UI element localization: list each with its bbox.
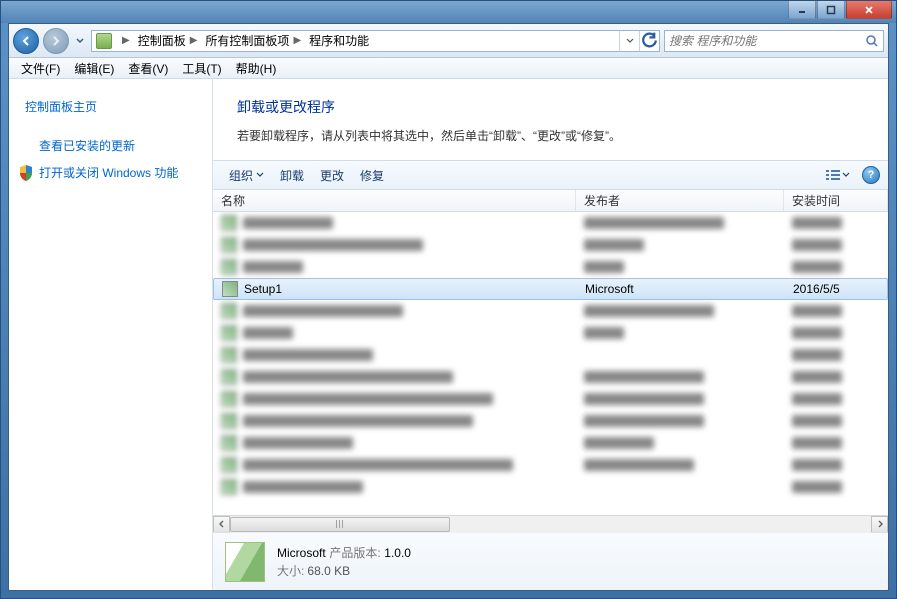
list-item[interactable] bbox=[213, 300, 888, 322]
page-title: 卸载或更改程序 bbox=[237, 97, 864, 117]
details-version-label: 产品版本: bbox=[329, 546, 380, 560]
nav-history-dropdown[interactable] bbox=[73, 28, 87, 54]
app-date: 2016/5/5 bbox=[793, 282, 840, 296]
details-size-label: 大小: bbox=[277, 564, 304, 578]
details-version: 1.0.0 bbox=[384, 546, 411, 560]
details-icon bbox=[225, 542, 265, 582]
sidebar-item-label: 打开或关闭 Windows 功能 bbox=[39, 164, 178, 181]
breadcrumb-label: 所有控制面板项 bbox=[205, 32, 289, 49]
menu-view[interactable]: 查看(V) bbox=[122, 58, 174, 79]
toolbar-uninstall[interactable]: 卸载 bbox=[272, 164, 312, 187]
heading: 卸载或更改程序 若要卸载程序，请从列表中将其选中，然后单击“卸载”、“更改”或“… bbox=[213, 79, 888, 150]
help-button[interactable]: ? bbox=[862, 166, 880, 184]
toolbar: 组织 卸载 更改 修复 ? bbox=[213, 160, 888, 190]
scroll-track[interactable] bbox=[230, 516, 871, 533]
menu-edit[interactable]: 编辑(E) bbox=[68, 58, 120, 79]
details-size: 68.0 KB bbox=[307, 564, 350, 578]
app-publisher: Microsoft bbox=[585, 282, 634, 296]
search-input[interactable] bbox=[669, 34, 865, 48]
list-item[interactable] bbox=[213, 256, 888, 278]
horizontal-scrollbar[interactable] bbox=[213, 515, 888, 532]
app-name: Setup1 bbox=[244, 282, 282, 296]
details-pane: Microsoft 产品版本: 1.0.0 大小: 68.0 KB bbox=[213, 532, 888, 590]
sidebar-installed-updates[interactable]: 查看已安装的更新 bbox=[19, 132, 202, 159]
search-icon bbox=[865, 34, 879, 48]
body: 控制面板主页 查看已安装的更新 打开或关闭 Windows 功能 卸载或更改程序… bbox=[9, 79, 888, 590]
column-name[interactable]: 名称 bbox=[213, 190, 576, 211]
address-dropdown[interactable] bbox=[619, 31, 639, 51]
scroll-left-button[interactable] bbox=[213, 516, 230, 533]
sidebar-home[interactable]: 控制面板主页 bbox=[19, 93, 202, 120]
control-panel-icon bbox=[96, 33, 112, 49]
list-item-selected[interactable]: Setup1 Microsoft 2016/5/5 bbox=[213, 278, 888, 300]
close-button[interactable] bbox=[846, 1, 892, 19]
list-item[interactable] bbox=[213, 322, 888, 344]
column-date[interactable]: 安装时间 bbox=[784, 190, 888, 211]
menu-tools[interactable]: 工具(T) bbox=[176, 58, 227, 79]
address-bar[interactable]: ▶ 控制面板▶ 所有控制面板项▶ 程序和功能 bbox=[91, 30, 660, 52]
refresh-button[interactable] bbox=[639, 31, 659, 51]
titlebar bbox=[1, 1, 896, 23]
breadcrumb-sep-root[interactable]: ▶ bbox=[116, 31, 136, 51]
main: 卸载或更改程序 若要卸载程序，请从列表中将其选中，然后单击“卸载”、“更改”或“… bbox=[213, 79, 888, 590]
window-chrome: ▶ 控制面板▶ 所有控制面板项▶ 程序和功能 文件(F) 编辑(E) 查看(V)… bbox=[8, 23, 889, 591]
list-item[interactable] bbox=[213, 234, 888, 256]
list-item[interactable] bbox=[213, 432, 888, 454]
list-header: 名称 发布者 安装时间 bbox=[213, 190, 888, 212]
breadcrumb-item-1[interactable]: 所有控制面板项▶ bbox=[203, 31, 307, 51]
toolbar-change[interactable]: 更改 bbox=[312, 164, 352, 187]
navbar: ▶ 控制面板▶ 所有控制面板项▶ 程序和功能 bbox=[9, 24, 888, 58]
scroll-thumb[interactable] bbox=[230, 517, 450, 532]
list-item[interactable] bbox=[213, 388, 888, 410]
sidebar-windows-features[interactable]: 打开或关闭 Windows 功能 bbox=[19, 159, 202, 186]
list-item[interactable] bbox=[213, 366, 888, 388]
breadcrumb-label: 控制面板 bbox=[138, 32, 186, 49]
menu-help[interactable]: 帮助(H) bbox=[230, 58, 283, 79]
program-list[interactable]: Setup1 Microsoft 2016/5/5 bbox=[213, 212, 888, 515]
breadcrumb-label: 程序和功能 bbox=[309, 32, 369, 49]
minimize-button[interactable] bbox=[788, 1, 816, 19]
toolbar-repair[interactable]: 修复 bbox=[352, 164, 392, 187]
view-mode-button[interactable] bbox=[820, 164, 856, 186]
list-item[interactable] bbox=[213, 410, 888, 432]
list-item[interactable] bbox=[213, 212, 888, 234]
menubar: 文件(F) 编辑(E) 查看(V) 工具(T) 帮助(H) bbox=[9, 58, 888, 79]
details-title: Microsoft bbox=[277, 546, 326, 560]
column-publisher[interactable]: 发布者 bbox=[576, 190, 784, 211]
list-item[interactable] bbox=[213, 344, 888, 366]
shield-icon bbox=[19, 165, 33, 181]
page-desc: 若要卸载程序，请从列表中将其选中，然后单击“卸载”、“更改”或“修复”。 bbox=[237, 127, 864, 144]
back-button[interactable] bbox=[13, 28, 39, 54]
list-item[interactable] bbox=[213, 476, 888, 498]
window-frame: ▶ 控制面板▶ 所有控制面板项▶ 程序和功能 文件(F) 编辑(E) 查看(V)… bbox=[0, 0, 897, 599]
sidebar: 控制面板主页 查看已安装的更新 打开或关闭 Windows 功能 bbox=[9, 79, 213, 590]
menu-file[interactable]: 文件(F) bbox=[15, 58, 66, 79]
maximize-button[interactable] bbox=[817, 1, 845, 19]
forward-button[interactable] bbox=[43, 28, 69, 54]
breadcrumb-item-2[interactable]: 程序和功能 bbox=[307, 31, 371, 51]
search-box[interactable] bbox=[664, 30, 884, 52]
scroll-right-button[interactable] bbox=[871, 516, 888, 533]
list-item[interactable] bbox=[213, 454, 888, 476]
view-icon bbox=[826, 169, 840, 181]
toolbar-organize[interactable]: 组织 bbox=[221, 164, 272, 187]
app-icon bbox=[222, 281, 238, 297]
breadcrumb-item-0[interactable]: 控制面板▶ bbox=[136, 31, 204, 51]
